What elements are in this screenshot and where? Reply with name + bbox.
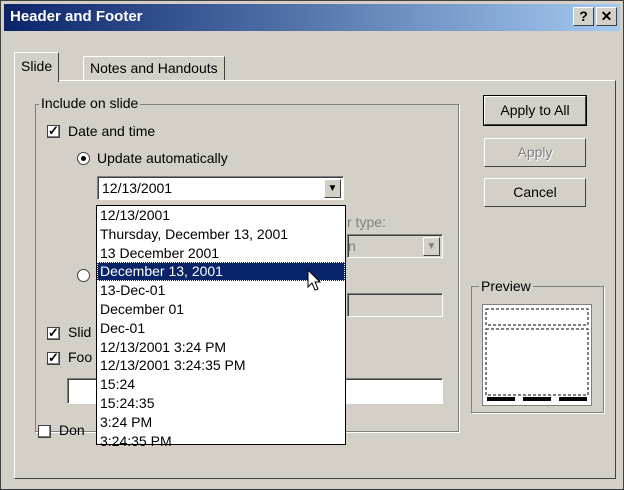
- calendar-type-select[interactable]: n ▼: [347, 234, 443, 258]
- tab-notes-label: Notes and Handouts: [90, 60, 218, 76]
- apply-to-all-button[interactable]: Apply to All: [483, 95, 587, 126]
- footer-label: Foo: [68, 349, 93, 365]
- cancel-button[interactable]: Cancel: [484, 178, 586, 207]
- date-format-list[interactable]: 12/13/2001 Thursday, December 13, 2001 13 …: [96, 205, 346, 449]
- date-format-value: 12/13/2001: [102, 180, 173, 196]
- dont-show-title-checkbox[interactable]: [38, 425, 51, 438]
- date-format-option[interactable]: 3:24:35 PM: [97, 432, 345, 451]
- update-auto-label: Update automatically: [97, 150, 228, 166]
- date-format-option[interactable]: Dec-01: [97, 319, 345, 338]
- mouse-pointer-icon: [307, 269, 322, 291]
- calendar-type-label: r type:: [347, 214, 386, 230]
- slide-number-label: Slid: [68, 324, 92, 340]
- date-format-select[interactable]: 12/13/2001 ▼: [97, 176, 344, 200]
- window-title: Header and Footer: [10, 8, 143, 25]
- chevron-down-icon[interactable]: ▼: [324, 179, 341, 198]
- date-format-option[interactable]: 15:24: [97, 375, 345, 394]
- dont-show-title-label: Don: [59, 422, 85, 438]
- date-format-option[interactable]: December 01: [97, 300, 345, 319]
- slide-number-checkbox[interactable]: [47, 325, 60, 341]
- date-format-option[interactable]: 13 December 2001: [97, 244, 345, 263]
- include-legend: Include on slide: [39, 95, 141, 111]
- title-bar[interactable]: Header and Footer ? ✕: [4, 4, 620, 31]
- date-format-option[interactable]: 12/13/2001 3:24:35 PM: [97, 356, 345, 375]
- date-format-option[interactable]: Thursday, December 13, 2001: [97, 225, 345, 244]
- calendar-type-value: n: [348, 238, 356, 254]
- date-format-option[interactable]: 12/13/2001: [97, 206, 345, 225]
- preview-slide-graphic: [485, 308, 589, 401]
- preview-legend: Preview: [479, 278, 533, 294]
- apply-button[interactable]: Apply: [484, 138, 586, 167]
- help-button[interactable]: ?: [573, 7, 594, 26]
- date-format-option[interactable]: 15:24:35: [97, 394, 345, 413]
- date-format-option[interactable]: 3:24 PM: [97, 413, 345, 432]
- header-footer-dialog: Header and Footer ? ✕ Slide Notes and Ha…: [0, 0, 624, 490]
- chevron-down-icon[interactable]: ▼: [423, 237, 440, 256]
- date-time-checkbox[interactable]: [47, 123, 60, 139]
- update-auto-radio[interactable]: [77, 152, 90, 165]
- date-time-label: Date and time: [68, 123, 156, 139]
- tab-notes-handouts[interactable]: Notes and Handouts: [83, 56, 225, 81]
- tab-slide[interactable]: Slide: [14, 52, 60, 82]
- date-format-option[interactable]: 12/13/2001 3:24 PM: [97, 338, 345, 357]
- preview-slide: [482, 304, 592, 406]
- tab-slide-label: Slide: [21, 58, 53, 74]
- close-button[interactable]: ✕: [596, 7, 617, 26]
- fixed-date-field[interactable]: [347, 293, 443, 317]
- footer-checkbox[interactable]: [47, 350, 60, 366]
- fixed-radio[interactable]: [77, 269, 90, 282]
